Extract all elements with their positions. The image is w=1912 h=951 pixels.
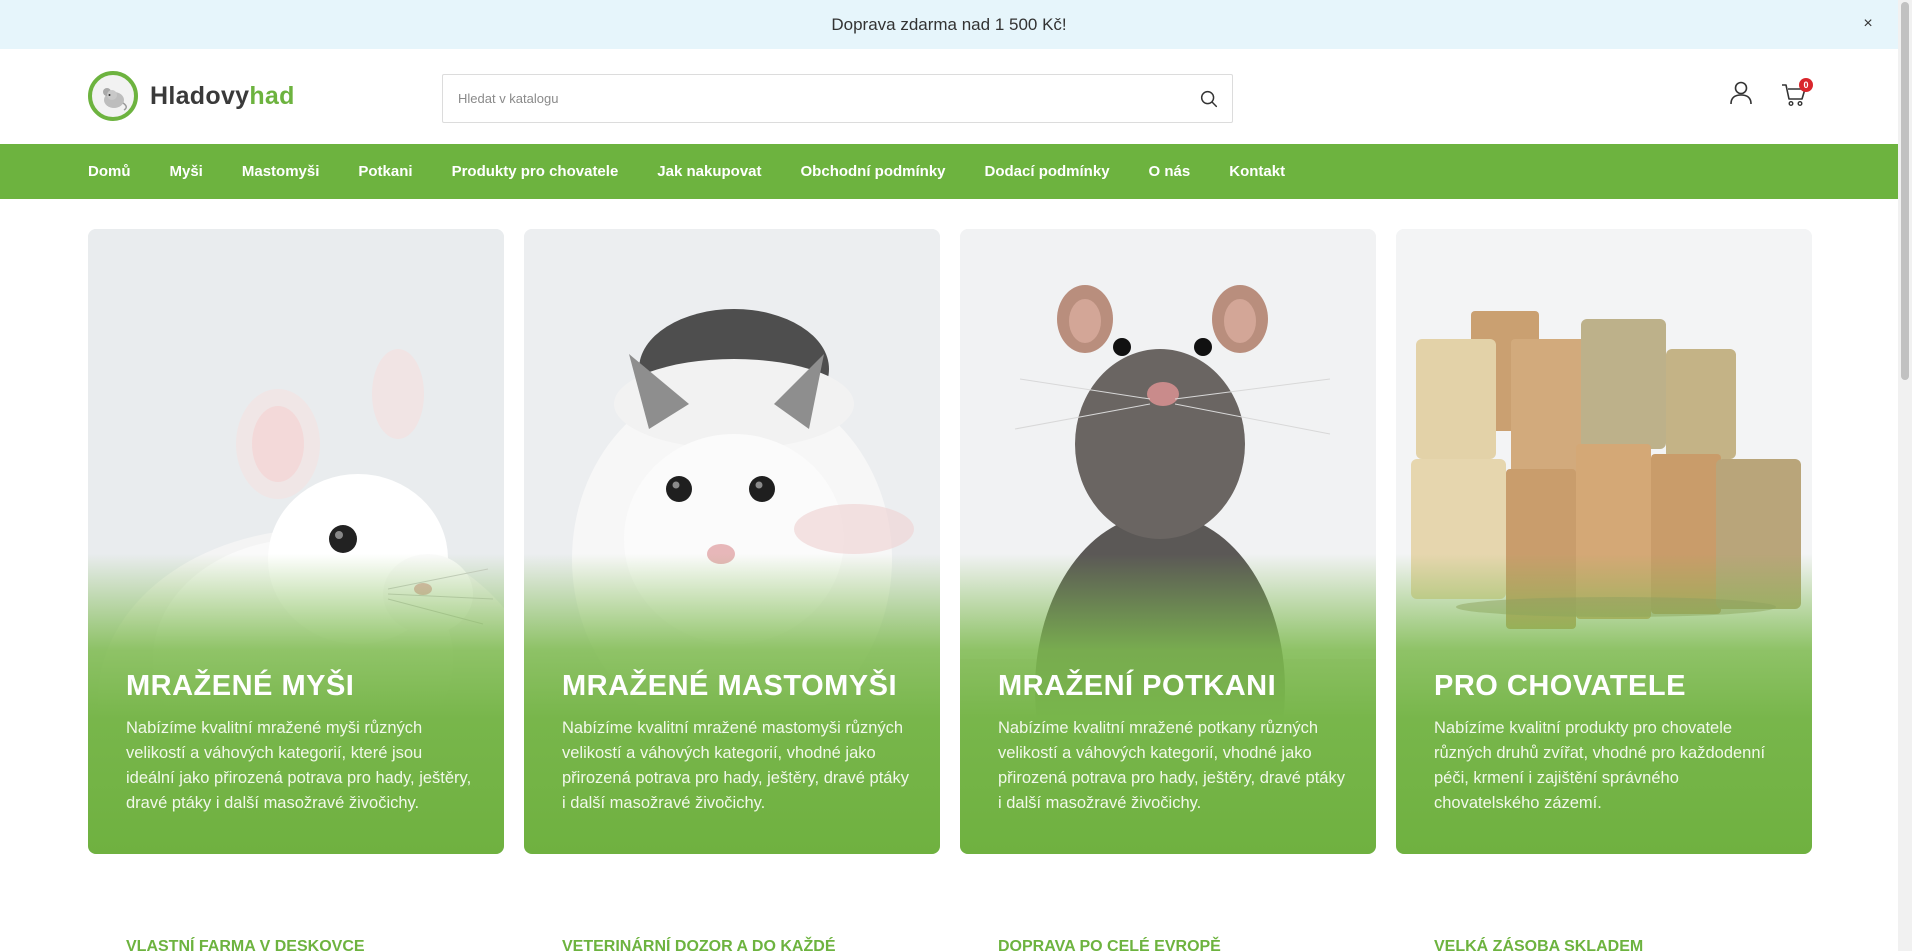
nav-item-terms[interactable]: Obchodní podmínky — [801, 163, 946, 180]
card-description: Nabízíme kvalitní produkty pro chovatele… — [1434, 719, 1766, 812]
category-card-breeders[interactable]: PRO CHOVATELE Nabízíme kvalitní produkty… — [1396, 229, 1812, 854]
nav-item-contact[interactable]: Kontakt — [1229, 163, 1285, 180]
logo[interactable]: Hladovyhad — [88, 71, 295, 121]
card-content: MRAŽENÉ MYŠI Nabízíme kvalitní mražené m… — [126, 670, 474, 816]
scrollbar-thumb[interactable] — [1901, 2, 1909, 380]
card-content: PRO CHOVATELE Nabízíme kvalitní produkty… — [1434, 670, 1782, 816]
cart-button[interactable]: 0 — [1780, 78, 1813, 110]
nav-item-delivery-terms[interactable]: Dodací podmínky — [985, 163, 1110, 180]
category-card-multimammate-mice[interactable]: MRAŽENÉ MASTOMYŠI Nabízíme kvalitní mraž… — [524, 229, 940, 854]
search-input[interactable] — [443, 75, 1163, 122]
nav-item-mice[interactable]: Myši — [170, 163, 203, 180]
card-title: MRAŽENÉ MASTOMYŠI — [562, 670, 898, 702]
main-navigation: Domů Myši Mastomyši Potkani Produkty pro… — [0, 144, 1898, 199]
category-cards: MRAŽENÉ MYŠI Nabízíme kvalitní mražené m… — [88, 229, 1812, 854]
close-icon[interactable]: × — [1856, 12, 1880, 36]
page-scrollbar[interactable] — [1898, 0, 1912, 951]
feature-heading: VETERINÁRNÍ DOZOR A DO KAŽDÉ — [562, 938, 836, 951]
feature-heading: VELKÁ ZÁSOBA SKLADEM — [1434, 938, 1644, 951]
announcement-bar: Doprava zdarma nad 1 500 Kč! × — [0, 0, 1898, 49]
user-account-icon[interactable] — [1728, 80, 1754, 106]
card-content: MRAŽENÍ POTKANI Nabízíme kvalitní mražen… — [998, 670, 1346, 816]
category-card-rats[interactable]: MRAŽENÍ POTKANI Nabízíme kvalitní mražen… — [960, 229, 1376, 854]
nav-item-multimammate-mice[interactable]: Mastomyši — [242, 163, 320, 180]
announcement-text: Doprava zdarma nad 1 500 Kč! — [831, 14, 1067, 34]
nav-item-about[interactable]: O nás — [1149, 163, 1191, 180]
card-description: Nabízíme kvalitní mražené mastomyši různ… — [562, 719, 909, 812]
cart-count-badge: 0 — [1799, 78, 1813, 92]
nav-item-breeder-products[interactable]: Produkty pro chovatele — [452, 163, 619, 180]
search-box — [442, 74, 1233, 123]
nav-item-how-to-buy[interactable]: Jak nakupovat — [657, 163, 761, 180]
feature-heading: VLASTNÍ FARMA V DESKOVCE — [126, 938, 365, 951]
card-title: MRAŽENÉ MYŠI — [126, 670, 355, 702]
page: Doprava zdarma nad 1 500 Kč! × Hladovyha… — [0, 0, 1912, 951]
card-description: Nabízíme kvalitní mražené potkany různýc… — [998, 719, 1345, 812]
nav-item-home[interactable]: Domů — [88, 163, 131, 180]
search-icon[interactable] — [1198, 88, 1220, 110]
feature-heading: DOPRAVA PO CELÉ EVROPĚ — [998, 938, 1221, 951]
category-card-mice[interactable]: MRAŽENÉ MYŠI Nabízíme kvalitní mražené m… — [88, 229, 504, 854]
features-row: VLASTNÍ FARMA V DESKOVCE VETERINÁRNÍ DOZ… — [0, 938, 1898, 951]
card-title: PRO CHOVATELE — [1434, 670, 1686, 702]
nav-item-rats[interactable]: Potkani — [358, 163, 412, 180]
logo-mouse-icon — [88, 71, 138, 121]
card-title: MRAŽENÍ POTKANI — [998, 670, 1277, 702]
logo-text: Hladovyhad — [150, 81, 295, 110]
site-header: Hladovyhad 0 — [0, 49, 1898, 144]
card-content: MRAŽENÉ MASTOMYŠI Nabízíme kvalitní mraž… — [562, 670, 910, 816]
card-description: Nabízíme kvalitní mražené myši různých v… — [126, 719, 472, 812]
